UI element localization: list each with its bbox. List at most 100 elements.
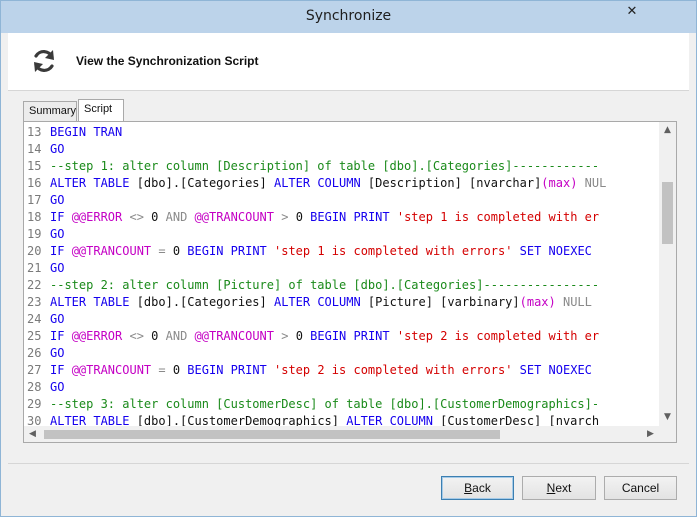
- scroll-down-icon[interactable]: ▼: [659, 409, 676, 426]
- close-icon[interactable]: ✕: [621, 2, 643, 24]
- code-token: BEGIN PRINT: [310, 210, 397, 224]
- code-token: AND: [165, 329, 195, 343]
- code-line: 29 --step 3: alter column [CustomerDesc] …: [25, 396, 658, 413]
- code-token: <>: [129, 329, 152, 343]
- code-token: [dbo].[Categories]: [136, 295, 274, 309]
- line-number: 14: [27, 142, 42, 156]
- window-title: Synchronize: [305, 8, 392, 24]
- next-button[interactable]: Next: [522, 476, 596, 500]
- vertical-scroll-thumb[interactable]: [662, 182, 673, 244]
- line-number: 20: [27, 244, 42, 258]
- code-token: NUL: [577, 176, 607, 190]
- wizard-header: View the Synchronization Script: [8, 33, 689, 91]
- code-token: 'step 1 is completed with errors': [274, 244, 520, 258]
- line-number: 23: [27, 295, 42, 309]
- line-number: 13: [27, 125, 42, 139]
- tab-script[interactable]: Script: [78, 99, 124, 121]
- code-token: GO: [50, 142, 65, 156]
- code-token: =: [158, 244, 173, 258]
- code-line: 30 ALTER TABLE [dbo].[CustomerDemographic…: [25, 413, 658, 426]
- line-number: 17: [27, 193, 42, 207]
- code-token: SET NOEXEC: [519, 363, 592, 377]
- back-button-accel: B: [464, 481, 473, 495]
- code-token: SET NOEXEC: [519, 244, 592, 258]
- code-line: 17 GO: [25, 192, 658, 209]
- code-area[interactable]: 13 BEGIN TRAN 14 GO 15 --step 1: alter column…: [25, 124, 658, 426]
- code-token: @@ERROR: [71, 210, 130, 224]
- code-token: --step 2: alter column [Picture] of tabl…: [50, 278, 600, 292]
- tab-summary[interactable]: Summary: [23, 101, 77, 121]
- code-token: 0: [295, 210, 311, 224]
- code-token: 0: [151, 329, 166, 343]
- horizontal-scroll-thumb[interactable]: [44, 430, 500, 439]
- code-token: @@ERROR: [71, 329, 130, 343]
- code-line: 21 GO: [25, 260, 658, 277]
- code-token: @@TRANCOUNT: [194, 210, 282, 224]
- code-token: [dbo].[Categories]: [136, 176, 274, 190]
- line-number: 19: [27, 227, 42, 241]
- code-line: 22 --step 2: alter column [Picture] of ta…: [25, 277, 658, 294]
- back-button[interactable]: Back: [441, 476, 514, 500]
- line-number: 15: [27, 159, 42, 173]
- vertical-scrollbar[interactable]: ▲ ▼: [659, 122, 676, 426]
- code-token: 'step 2 is completed with errors': [274, 363, 520, 377]
- code-token: GO: [50, 261, 65, 275]
- line-number: 27: [27, 363, 42, 377]
- code-token: 0: [151, 210, 166, 224]
- code-line: 14 GO: [25, 141, 658, 158]
- code-token: 'step 2 is completed with er: [396, 329, 600, 343]
- code-token: ALTER COLUMN: [346, 414, 441, 426]
- sync-icon: [34, 50, 54, 72]
- line-number: 22: [27, 278, 42, 292]
- code-token: --step 3: alter column [CustomerDesc] of…: [50, 397, 600, 411]
- line-number: 18: [27, 210, 42, 224]
- synchronize-window: Synchronize ✕ View the Synchronization S…: [0, 0, 697, 517]
- line-number: 25: [27, 329, 42, 343]
- line-number: 16: [27, 176, 42, 190]
- code-token: 0: [172, 244, 188, 258]
- title-bar: Synchronize ✕: [1, 1, 696, 33]
- code-token: GO: [50, 346, 65, 360]
- code-token: =: [158, 363, 173, 377]
- code-token: >: [281, 210, 296, 224]
- scrollbar-corner: [659, 426, 676, 442]
- cancel-button[interactable]: Cancel: [604, 476, 677, 500]
- scroll-up-icon[interactable]: ▲: [659, 122, 676, 139]
- line-number: 24: [27, 312, 42, 326]
- code-token: @@TRANCOUNT: [71, 363, 159, 377]
- line-number: 29: [27, 397, 42, 411]
- scroll-right-icon[interactable]: ▶: [642, 426, 659, 442]
- horizontal-scrollbar[interactable]: ◀ ▶: [24, 426, 659, 442]
- code-token: >: [281, 329, 296, 343]
- code-token: ALTER TABLE: [50, 176, 137, 190]
- code-token: GO: [50, 227, 65, 241]
- code-line: 16 ALTER TABLE [dbo].[Categories] ALTER C…: [25, 175, 658, 192]
- code-token: [dbo].[CustomerDemographics]: [136, 414, 347, 426]
- line-number: 26: [27, 346, 42, 360]
- code-token: <>: [129, 210, 152, 224]
- code-token: GO: [50, 380, 65, 394]
- code-line: 24 GO: [25, 311, 658, 328]
- code-token: ALTER COLUMN: [273, 176, 368, 190]
- code-token: 'step 1 is completed with er: [396, 210, 600, 224]
- scroll-left-icon[interactable]: ◀: [24, 426, 41, 442]
- footer-divider: [8, 463, 689, 464]
- code-token: IF: [50, 329, 72, 343]
- code-token: IF: [50, 244, 72, 258]
- code-token: @@TRANCOUNT: [194, 329, 282, 343]
- back-button-suffix: ack: [472, 481, 491, 495]
- code-line: 19 GO: [25, 226, 658, 243]
- code-token: IF: [50, 210, 72, 224]
- code-line: 27 IF @@TRANCOUNT = 0 BEGIN PRINT 'step 2…: [25, 362, 658, 379]
- script-editor[interactable]: 13 BEGIN TRAN 14 GO 15 --step 1: alter column…: [23, 121, 677, 443]
- code-line: 13 BEGIN TRAN: [25, 124, 658, 141]
- code-token: NULL: [555, 295, 592, 309]
- page-title: View the Synchronization Script: [76, 54, 259, 68]
- code-token: BEGIN PRINT: [310, 329, 397, 343]
- code-token: 0: [295, 329, 311, 343]
- code-token: ALTER TABLE: [50, 414, 137, 426]
- code-line: 23 ALTER TABLE [dbo].[Categories] ALTER C…: [25, 294, 658, 311]
- code-token: [Description] [nvarchar]: [367, 176, 542, 190]
- line-number: 28: [27, 380, 42, 394]
- code-token: BEGIN PRINT: [187, 363, 274, 377]
